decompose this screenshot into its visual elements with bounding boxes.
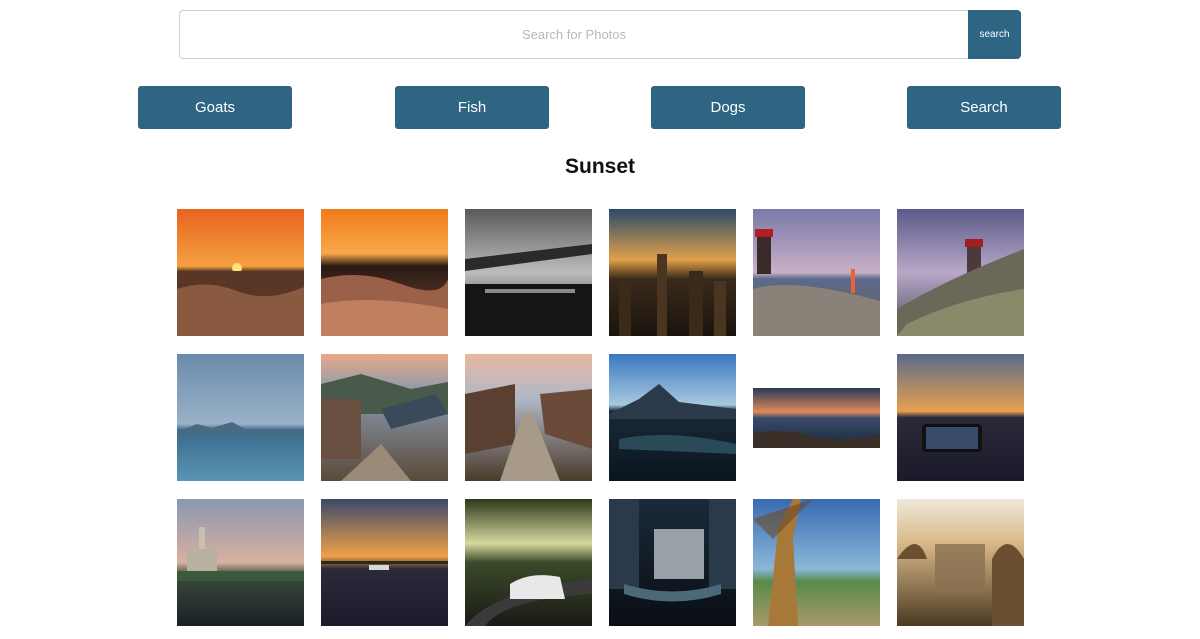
photo-city-night-building xyxy=(609,499,736,626)
photo-tree-lakeside xyxy=(753,499,880,626)
gallery-photo[interactable] xyxy=(609,354,736,481)
gallery-photo[interactable] xyxy=(177,209,304,336)
gallery-photo[interactable] xyxy=(897,499,1024,626)
photo-gallery xyxy=(177,209,1024,626)
gallery-photo[interactable] xyxy=(465,209,592,336)
photo-blue-sea-mountains xyxy=(177,354,304,481)
search-input[interactable] xyxy=(179,10,968,59)
photo-bridge-bw xyxy=(465,209,592,336)
gallery-photo[interactable] xyxy=(609,499,736,626)
gallery-photo[interactable] xyxy=(753,209,880,336)
search-category-button[interactable]: Search xyxy=(907,86,1061,129)
photo-japanese-village xyxy=(321,354,448,481)
gallery-photo[interactable] xyxy=(321,499,448,626)
photo-lighthouse-coast xyxy=(753,209,880,336)
gallery-photo[interactable] xyxy=(897,209,1024,336)
gallery-photo[interactable] xyxy=(177,354,304,481)
gallery-photo[interactable] xyxy=(609,209,736,336)
gallery-photo[interactable] xyxy=(321,209,448,336)
category-nav: Goats Fish Dogs Search xyxy=(0,86,1200,129)
photo-church-river xyxy=(177,499,304,626)
gallery-photo[interactable] xyxy=(321,354,448,481)
photo-ocean-sunset-wide xyxy=(753,387,880,448)
photo-mountain-lake-dusk xyxy=(609,354,736,481)
gallery-photo[interactable] xyxy=(753,499,880,626)
photo-phone-sunset xyxy=(897,354,1024,481)
photo-stone-path-village xyxy=(465,354,592,481)
goats-button[interactable]: Goats xyxy=(138,86,292,129)
search-button[interactable]: search xyxy=(968,10,1021,59)
photo-sunset-river xyxy=(321,209,448,336)
dogs-button[interactable]: Dogs xyxy=(651,86,805,129)
photo-lighthouse-rocks xyxy=(897,209,1024,336)
fish-button[interactable]: Fish xyxy=(395,86,549,129)
photo-city-dusk xyxy=(609,209,736,336)
photo-sunset-meadow xyxy=(177,209,304,336)
gallery-photo[interactable] xyxy=(177,499,304,626)
page-title: Sunset xyxy=(564,155,635,178)
photo-sports-car-road xyxy=(465,499,592,626)
photo-river-boat-sunset xyxy=(321,499,448,626)
gallery-photo[interactable] xyxy=(465,499,592,626)
photo-castle-sunrise xyxy=(897,499,1024,626)
gallery-photo[interactable] xyxy=(465,354,592,481)
gallery-photo[interactable] xyxy=(753,354,880,481)
search-form: search xyxy=(179,10,1021,59)
gallery-photo[interactable] xyxy=(897,354,1024,481)
